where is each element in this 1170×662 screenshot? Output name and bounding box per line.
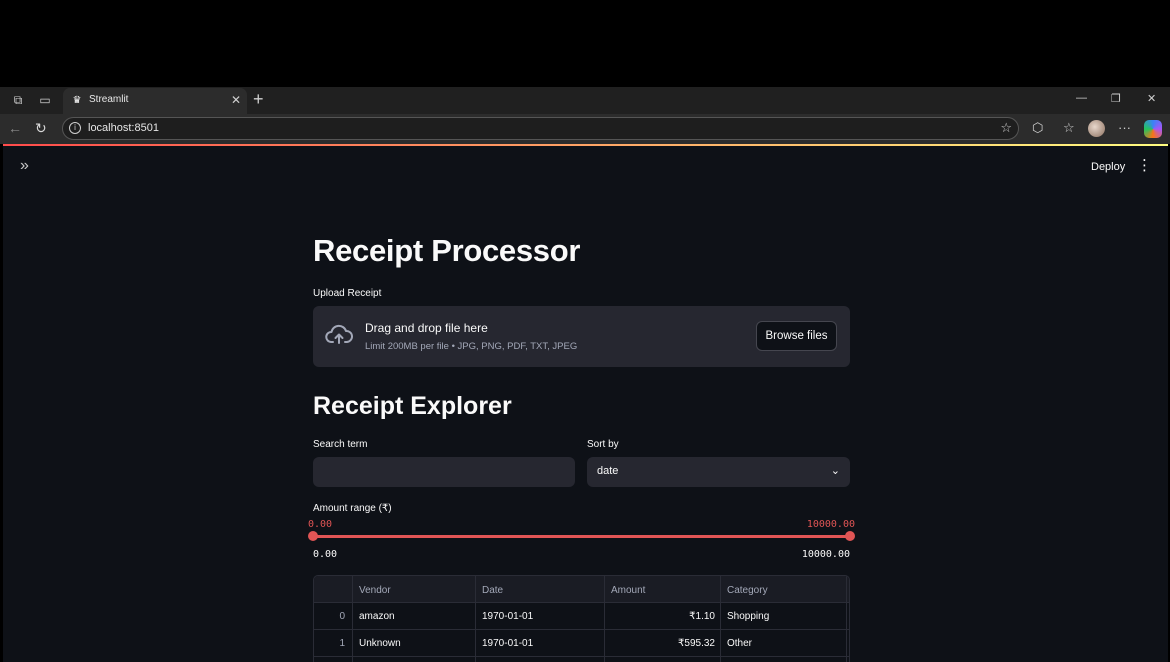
site-info-icon[interactable]: i bbox=[69, 122, 81, 134]
range-min-bound: 0.00 bbox=[313, 549, 338, 560]
favorites-icon[interactable]: ☆ bbox=[1063, 121, 1075, 135]
tab-actions-icon[interactable]: ▭ bbox=[38, 93, 52, 107]
range-min-value: 0.00 bbox=[308, 519, 333, 530]
receipts-table[interactable]: Vendor Date Amount Category 0 amazon 197… bbox=[313, 575, 850, 662]
close-window-icon[interactable]: ✕ bbox=[1147, 92, 1156, 105]
letterbox bbox=[0, 0, 1170, 87]
profile-avatar[interactable] bbox=[1088, 120, 1105, 137]
search-input[interactable] bbox=[313, 457, 575, 487]
table-cell-category[interactable]: Other bbox=[727, 638, 752, 649]
back-icon[interactable]: ← bbox=[8, 121, 22, 135]
column-header-amount[interactable]: Amount bbox=[611, 585, 645, 596]
workspaces-icon[interactable]: ⧉ bbox=[11, 93, 25, 107]
table-cell-date[interactable]: 1970-01-01 bbox=[482, 611, 533, 622]
browser-tab[interactable]: ♛ Streamlit ✕ bbox=[63, 88, 247, 114]
more-options-icon[interactable]: ··· bbox=[1118, 121, 1131, 135]
explorer-title: Receipt Explorer bbox=[313, 392, 512, 420]
main-menu-icon[interactable]: ⋮ bbox=[1137, 158, 1152, 173]
browse-files-button[interactable]: Browse files bbox=[756, 321, 837, 351]
close-tab-icon[interactable]: ✕ bbox=[231, 93, 241, 107]
copilot-icon[interactable] bbox=[1144, 120, 1162, 138]
cloud-upload-icon bbox=[325, 324, 353, 344]
dropzone-title: Drag and drop file here bbox=[365, 321, 488, 335]
table-row-index: 0 bbox=[339, 611, 345, 622]
page-title: Receipt Processor bbox=[313, 233, 581, 268]
range-max-value: 10000.00 bbox=[806, 519, 855, 530]
sort-label: Sort by bbox=[587, 439, 619, 450]
table-header bbox=[314, 576, 849, 603]
range-slider-min-handle[interactable] bbox=[308, 531, 318, 541]
restore-icon[interactable]: ❐ bbox=[1111, 92, 1121, 105]
tab-title: Streamlit bbox=[89, 94, 129, 105]
dropzone-limit-text: Limit 200MB per file • JPG, PNG, PDF, TX… bbox=[365, 341, 578, 352]
upload-label: Upload Receipt bbox=[313, 288, 382, 299]
extensions-icon[interactable]: ⬡ bbox=[1032, 121, 1043, 135]
table-cell-date[interactable]: 1970-01-01 bbox=[482, 638, 533, 649]
favorite-star-icon[interactable]: ☆ bbox=[1000, 120, 1012, 136]
chevron-down-icon: ⌄ bbox=[830, 465, 840, 477]
table-row-index: 1 bbox=[339, 638, 345, 649]
column-header-category[interactable]: Category bbox=[727, 585, 768, 596]
range-slider-max-handle[interactable] bbox=[845, 531, 855, 541]
header-decoration bbox=[3, 144, 1168, 146]
streamlit-app: » Deploy ⋮ Receipt Processor Upload Rece… bbox=[3, 144, 1168, 662]
new-tab-icon[interactable]: + bbox=[253, 90, 264, 108]
table-cell-vendor[interactable]: amazon bbox=[359, 611, 395, 622]
column-header-date[interactable]: Date bbox=[482, 585, 503, 596]
amount-range-label: Amount range (₹) bbox=[313, 503, 392, 514]
range-max-bound: 10000.00 bbox=[801, 549, 850, 560]
expand-sidebar-icon[interactable]: » bbox=[20, 158, 29, 174]
url-text: localhost:8501 bbox=[88, 122, 159, 134]
file-dropzone[interactable]: Drag and drop file here Limit 200MB per … bbox=[313, 306, 850, 367]
table-cell-category[interactable]: Shopping bbox=[727, 611, 769, 622]
address-bar[interactable]: i localhost:8501 ☆ bbox=[62, 117, 1019, 140]
table-cell-amount[interactable]: ₹1.10 bbox=[689, 611, 715, 622]
deploy-button[interactable]: Deploy bbox=[1091, 161, 1125, 173]
table-cell-vendor[interactable]: Unknown bbox=[359, 638, 401, 649]
column-header-vendor[interactable]: Vendor bbox=[359, 585, 391, 596]
sort-select[interactable]: date ⌄ bbox=[587, 457, 850, 487]
reload-icon[interactable]: ↻ bbox=[35, 121, 47, 135]
sort-select-value: date bbox=[597, 465, 619, 477]
search-label: Search term bbox=[313, 439, 368, 450]
range-slider-track[interactable] bbox=[313, 535, 850, 538]
minimize-icon[interactable]: — bbox=[1076, 92, 1087, 104]
table-cell-amount[interactable]: ₹595.32 bbox=[678, 638, 715, 649]
streamlit-favicon-icon: ♛ bbox=[72, 95, 82, 106]
